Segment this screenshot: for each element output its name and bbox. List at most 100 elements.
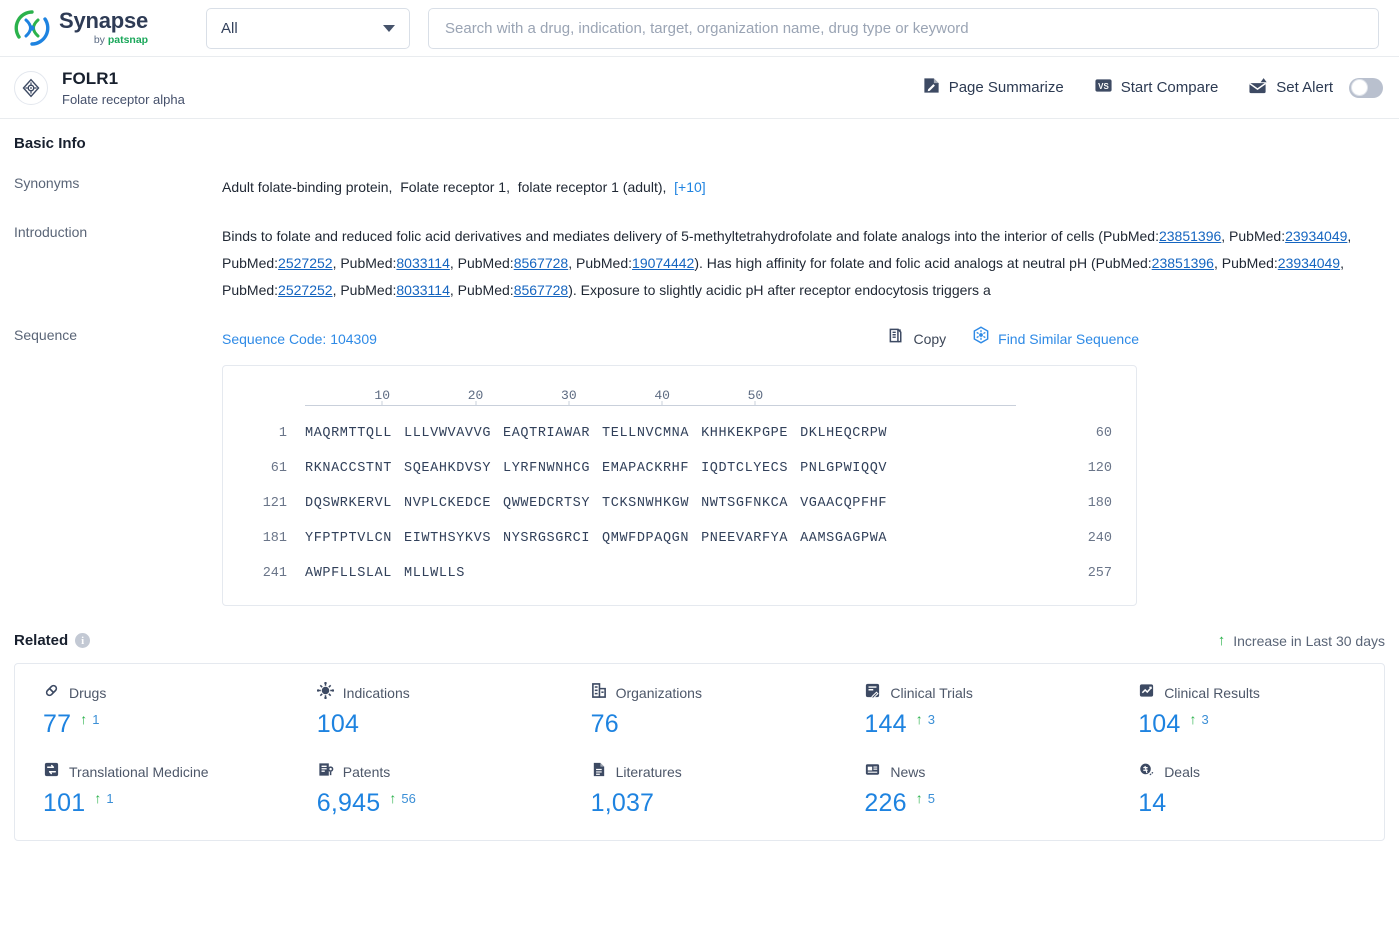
search-box[interactable] xyxy=(428,7,1379,49)
synapse-logo[interactable]: Synapse by patsnap xyxy=(14,10,180,46)
sequence-block: EIWTHSYKVS xyxy=(404,531,492,546)
sequence-block: EMAPACKRHF xyxy=(602,461,690,476)
copy-sequence-button[interactable]: Copy xyxy=(888,326,946,353)
related-stat-delta: ↑ 3 xyxy=(1190,710,1209,727)
sequence-row-line: 241 AWPFLLSLAL MLLWLLS 257 xyxy=(247,560,1112,587)
pubmed-link[interactable]: 2527252 xyxy=(278,282,333,298)
related-stat-head: Drugs xyxy=(43,682,289,704)
related-stat-value[interactable]: 77 xyxy=(43,710,71,739)
sequence-block: LYRFNWNHCG xyxy=(503,461,591,476)
search-input[interactable] xyxy=(443,18,1364,38)
related-stat-item[interactable]: News 226 ↑ 5 xyxy=(836,761,1110,818)
copy-label: Copy xyxy=(913,331,947,347)
pubmed-link[interactable]: 23851396 xyxy=(1152,255,1214,271)
arrow-up-icon: ↑ xyxy=(1189,711,1197,727)
sequence-start-index: 1 xyxy=(278,426,287,441)
pubmed-link[interactable]: 8567728 xyxy=(514,255,569,271)
introduction-text: ). Has high affinity for folate and foli… xyxy=(694,255,1152,271)
synonym-item: Adult folate-binding protein, xyxy=(222,179,393,195)
related-stat-value[interactable]: 101 xyxy=(43,789,85,818)
sequence-block: TCKSNWHKGW xyxy=(602,496,690,511)
ruler-notch xyxy=(568,401,570,406)
related-stat-value[interactable]: 6,945 xyxy=(317,789,381,818)
pubmed-link[interactable]: 23934049 xyxy=(1285,228,1347,244)
basic-info-grid: Synonyms Adult folate-binding protein, F… xyxy=(0,152,1399,606)
related-stat-item[interactable]: Drugs 77 ↑ 1 xyxy=(15,682,289,739)
info-icon[interactable]: i xyxy=(75,633,91,648)
related-stat-label: Patents xyxy=(342,764,391,780)
related-stat-head: Indications xyxy=(316,681,563,704)
related-stat-item[interactable]: Patents 6,945 ↑ 56 xyxy=(289,761,563,818)
set-alert-button[interactable]: Set Alert xyxy=(1248,76,1383,100)
sequence-tools: Copy Find Similar Sequence xyxy=(888,326,1385,353)
pubmed-link[interactable]: 19074442 xyxy=(632,255,694,271)
related-stat-value[interactable]: 104 xyxy=(317,710,359,739)
related-stat-value[interactable]: 1,037 xyxy=(591,789,655,818)
pubmed-link[interactable]: 23934049 xyxy=(1278,255,1340,271)
related-stat-value-row: 1,037 xyxy=(591,789,837,818)
pubmed-link[interactable]: 23851396 xyxy=(1159,228,1221,244)
related-stat-item[interactable]: Translational Medicine 101 ↑ 1 xyxy=(15,761,289,818)
related-stat-value[interactable]: 76 xyxy=(591,710,619,739)
related-stat-head: Clinical Results xyxy=(1138,682,1384,704)
related-stat-value[interactable]: 226 xyxy=(864,789,906,818)
related-stat-value-row: 144 ↑ 3 xyxy=(864,710,1110,739)
related-stat-delta-value: 3 xyxy=(1201,712,1209,727)
start-compare-button[interactable]: VS Start Compare xyxy=(1094,76,1218,100)
sequence-block: MLLWLLS xyxy=(404,566,465,581)
related-stat-delta: ↑ 1 xyxy=(80,710,99,727)
related-stat-head: Organizations xyxy=(591,682,837,704)
pubmed-link[interactable]: 8033114 xyxy=(396,282,449,298)
page-subtitle: Folate receptor alpha xyxy=(62,91,185,107)
related-stat-head: Clinical Trials xyxy=(864,682,1110,704)
top-search-bar: Synapse by patsnap All xyxy=(0,0,1399,57)
set-alert-label: Set Alert xyxy=(1276,79,1333,96)
introduction-row: Introduction Binds to folate and reduced… xyxy=(14,201,1385,304)
pubmed-link[interactable]: 2527252 xyxy=(278,255,333,271)
pubmed-link[interactable]: 8567728 xyxy=(514,282,569,298)
find-similar-sequence-button[interactable]: Find Similar Sequence xyxy=(972,326,1139,353)
related-stat-value-row: 14 xyxy=(1138,789,1384,818)
search-scope-select[interactable]: All xyxy=(206,7,410,49)
related-stat-item[interactable]: Indications 104 xyxy=(289,681,563,739)
related-stat-head: Translational Medicine xyxy=(43,761,289,783)
related-stat-item[interactable]: Deals 14 xyxy=(1110,761,1384,818)
related-stat-value[interactable]: 14 xyxy=(1138,789,1166,818)
sequence-block: SQEAHKDVSY xyxy=(404,461,492,476)
introduction-text: , PubMed: xyxy=(568,255,633,271)
related-stat-item[interactable]: Literatures 1,037 xyxy=(563,761,837,818)
related-stat-delta: ↑ 56 xyxy=(389,789,415,806)
brand-name: Synapse xyxy=(59,8,149,34)
related-stat-item[interactable]: Clinical Results 104 ↑ 3 xyxy=(1110,682,1384,739)
increase-legend: ↑ Increase in Last 30 days xyxy=(1218,633,1385,649)
related-stat-value-row: 77 ↑ 1 xyxy=(43,710,289,739)
synonyms-more-link[interactable]: [+10] xyxy=(674,179,706,195)
introduction-text: Binds to folate and reduced folic acid d… xyxy=(222,228,1159,244)
copy-icon xyxy=(888,326,905,353)
sequence-code-link[interactable]: Sequence Code: 104309 xyxy=(222,326,377,353)
introduction-text: , PubMed: xyxy=(332,255,397,271)
sequence-ruler: 10 20 30 40 50 xyxy=(305,382,1016,412)
sequence-rows: 1 MAQRMTTQLL LLLVWVAVVG EAQTRIAWAR TELLNVCMN… xyxy=(247,420,1112,587)
sequence-residues: MAQRMTTQLL LLLVWVAVVG EAQTRIAWAR TELLNVCMNA… xyxy=(305,420,1068,447)
pubmed-link[interactable]: 8033114 xyxy=(396,255,449,271)
building-icon xyxy=(591,682,607,704)
ruler-notch xyxy=(661,401,663,406)
sequence-block: QWWEDCRTSY xyxy=(503,496,591,511)
related-stat-label: Organizations xyxy=(615,685,702,701)
synonyms-value: Adult folate-binding protein, Folate rec… xyxy=(222,174,1385,201)
related-stat-value[interactable]: 104 xyxy=(1138,710,1180,739)
patent-icon xyxy=(317,761,334,783)
sequence-block: RKNACCSTNT xyxy=(305,461,393,476)
related-stat-delta: ↑ 3 xyxy=(916,710,935,727)
related-stat-item[interactable]: Organizations 76 xyxy=(563,682,837,739)
similar-sequence-icon xyxy=(972,326,990,353)
page-summarize-button[interactable]: Page Summarize xyxy=(922,76,1064,100)
sequence-block: YFPTPTVLCN xyxy=(305,531,393,546)
sequence-block: DKLHEQCRPW xyxy=(800,426,888,441)
synapse-logo-icon xyxy=(14,10,50,46)
set-alert-toggle[interactable] xyxy=(1349,77,1383,98)
related-stat-value[interactable]: 144 xyxy=(864,710,906,739)
related-stat-item[interactable]: Clinical Trials 144 ↑ 3 xyxy=(836,682,1110,739)
chevron-down-icon xyxy=(383,24,395,32)
